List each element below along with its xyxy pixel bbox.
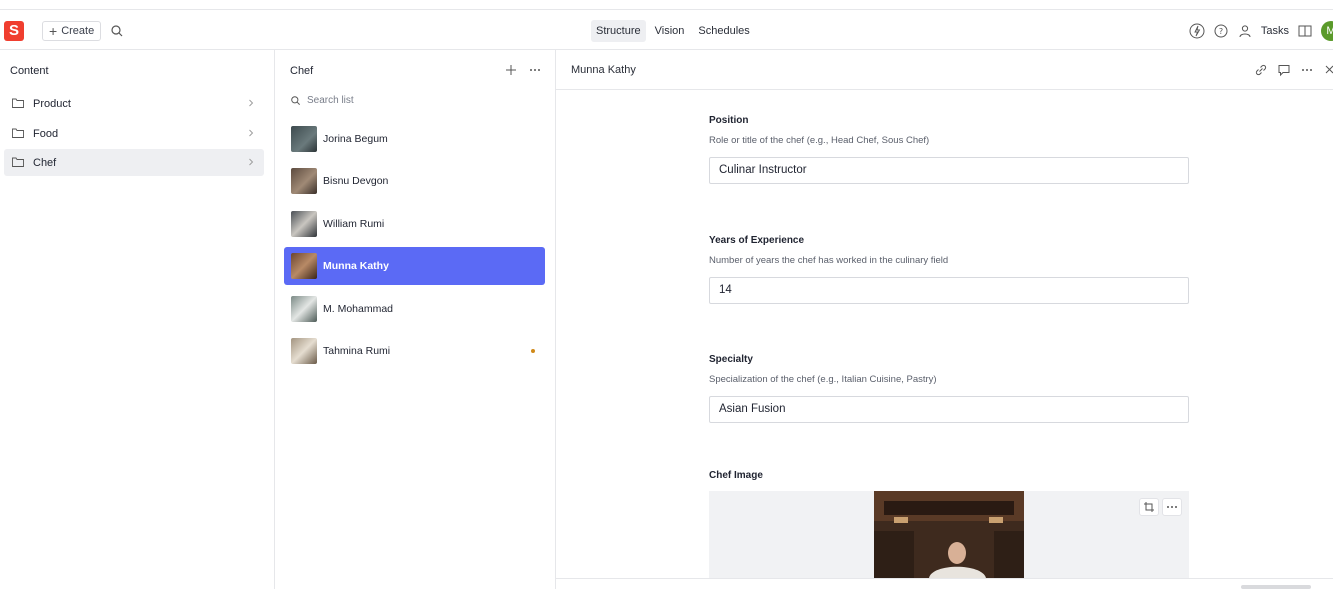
chef-image bbox=[874, 491, 1024, 578]
position-field-description: Role or title of the chef (e.g., Head Ch… bbox=[709, 135, 930, 146]
chef-image-field[interactable] bbox=[709, 491, 1189, 578]
link-icon[interactable] bbox=[1254, 63, 1268, 77]
bolt-icon[interactable] bbox=[1189, 23, 1205, 39]
comment-icon[interactable] bbox=[1277, 63, 1291, 77]
chef-thumbnail bbox=[291, 338, 317, 364]
more-icon[interactable] bbox=[1300, 63, 1314, 77]
plus-icon: + bbox=[49, 23, 58, 39]
search-placeholder: Search list bbox=[307, 94, 354, 106]
people-icon[interactable] bbox=[1237, 23, 1253, 39]
search-list-input[interactable]: Search list bbox=[290, 92, 354, 108]
tab-schedules[interactable]: Schedules bbox=[693, 20, 754, 42]
content-pane: Content Product Food Chef bbox=[0, 50, 275, 589]
studio-logo[interactable]: S bbox=[4, 21, 24, 41]
horizontal-scrollbar[interactable] bbox=[1241, 585, 1311, 589]
chef-image-field-title: Chef Image bbox=[709, 470, 763, 481]
image-more-button[interactable] bbox=[1162, 498, 1182, 516]
list-item-label: M. Mohammad bbox=[323, 303, 394, 315]
document-header: Munna Kathy bbox=[556, 50, 1333, 90]
experience-field[interactable]: 14 bbox=[709, 277, 1189, 304]
create-button[interactable]: + Create bbox=[42, 21, 102, 41]
chevron-right-icon bbox=[249, 158, 254, 166]
svg-text:?: ? bbox=[1219, 27, 1223, 36]
list-item[interactable]: Tahmina Rumi bbox=[284, 332, 545, 370]
search-icon bbox=[291, 95, 300, 105]
document-footer bbox=[556, 578, 1333, 589]
position-field-title: Position bbox=[709, 115, 749, 126]
document-tools bbox=[1254, 63, 1333, 77]
sidebar-item-food[interactable]: Food bbox=[4, 120, 264, 147]
mode-tabs: Structure Vision Schedules bbox=[591, 20, 755, 42]
split-pane-icon[interactable] bbox=[1297, 23, 1313, 39]
list-item-label: William Rumi bbox=[323, 218, 385, 230]
content-pane-title: Content bbox=[10, 65, 49, 77]
experience-field-description: Number of years the chef has worked in t… bbox=[709, 255, 949, 266]
crop-icon bbox=[1144, 502, 1154, 512]
chef-thumbnail bbox=[291, 168, 317, 194]
folder-icon bbox=[12, 128, 24, 138]
list-item-label: Tahmina Rumi bbox=[323, 345, 391, 357]
chef-thumbnail bbox=[291, 296, 317, 322]
chevron-right-icon bbox=[249, 99, 254, 107]
specialty-field[interactable]: Asian Fusion bbox=[709, 396, 1189, 423]
chef-thumbnail bbox=[291, 126, 317, 152]
list-item-selected[interactable]: Munna Kathy bbox=[284, 247, 545, 285]
document-list-pane: Chef Search list Jorina Begum Bisnu Devg… bbox=[275, 50, 556, 589]
chef-thumbnail bbox=[291, 211, 317, 237]
more-icon bbox=[1167, 506, 1177, 508]
tasks-label[interactable]: Tasks bbox=[1261, 25, 1289, 37]
list-item[interactable]: Jorina Begum bbox=[284, 120, 545, 158]
top-navbar: S + Create Structure Vision Schedules ? … bbox=[0, 11, 1333, 50]
sidebar-item-label: Chef bbox=[33, 156, 57, 169]
list-item[interactable]: Bisnu Devgon bbox=[284, 162, 545, 200]
close-icon[interactable] bbox=[1323, 63, 1333, 77]
position-field[interactable]: Culinar Instructor bbox=[709, 157, 1189, 184]
list-item[interactable]: M. Mohammad bbox=[284, 290, 545, 328]
sidebar-item-chef[interactable]: Chef bbox=[4, 149, 264, 176]
list-item-label: Jorina Begum bbox=[323, 133, 388, 145]
experience-field-title: Years of Experience bbox=[709, 235, 805, 246]
sidebar-item-product[interactable]: Product bbox=[4, 90, 264, 117]
sidebar-item-label: Product bbox=[33, 97, 71, 110]
folder-icon bbox=[12, 157, 24, 167]
specialty-field-title: Specialty bbox=[709, 354, 753, 365]
document-editor-pane: Munna Kathy Position Role or title of th… bbox=[556, 50, 1333, 589]
sidebar-item-label: Food bbox=[33, 127, 59, 140]
folder-icon bbox=[12, 98, 24, 108]
specialty-field-description: Specialization of the chef (e.g., Italia… bbox=[709, 374, 937, 385]
more-icon[interactable] bbox=[528, 63, 542, 77]
search-icon[interactable] bbox=[109, 23, 125, 39]
list-pane-title: Chef bbox=[290, 65, 314, 77]
help-icon[interactable]: ? bbox=[1213, 23, 1229, 39]
window-top-strip bbox=[0, 0, 1333, 10]
list-item-label: Munna Kathy bbox=[323, 260, 389, 272]
tab-vision[interactable]: Vision bbox=[650, 20, 690, 42]
crop-button[interactable] bbox=[1139, 498, 1159, 516]
navbar-tools: ? Tasks M bbox=[1189, 20, 1333, 42]
list-item[interactable]: William Rumi bbox=[284, 205, 545, 243]
list-item-label: Bisnu Devgon bbox=[323, 175, 389, 187]
document-title: Munna Kathy bbox=[571, 64, 636, 76]
chef-thumbnail bbox=[291, 253, 317, 279]
unpublished-dot bbox=[531, 349, 535, 353]
plus-icon[interactable] bbox=[504, 63, 518, 77]
chevron-right-icon bbox=[249, 129, 254, 137]
create-label: Create bbox=[61, 25, 95, 37]
tab-structure[interactable]: Structure bbox=[591, 20, 646, 42]
avatar[interactable]: M bbox=[1321, 21, 1333, 41]
